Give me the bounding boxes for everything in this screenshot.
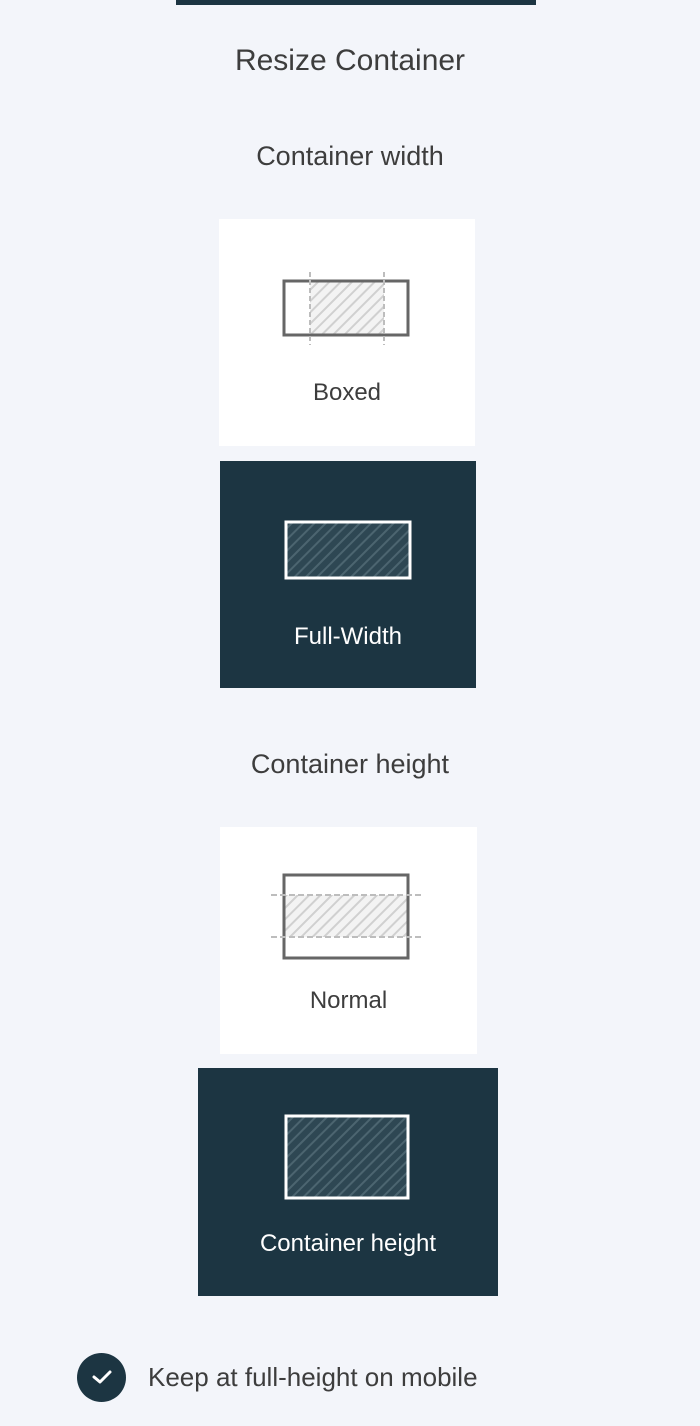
- full-height-mobile-checkbox[interactable]: Keep at full-height on mobile: [77, 1352, 478, 1402]
- container-height-label: Container height: [250, 749, 450, 779]
- width-option-full-width[interactable]: Full-Width: [220, 461, 476, 688]
- checkmark-icon: [92, 1370, 111, 1384]
- panel-title: Resize Container: [234, 44, 466, 77]
- width-option-boxed-label: Boxed: [312, 379, 382, 406]
- container-height-icon: [284, 1114, 410, 1200]
- top-accent-bar: [176, 0, 536, 5]
- boxed-width-icon: [282, 272, 410, 345]
- height-option-normal[interactable]: Normal: [220, 827, 477, 1054]
- checkbox-checked[interactable]: [77, 1352, 126, 1402]
- height-option-normal-label: Normal: [309, 987, 388, 1014]
- full-width-icon: [284, 520, 412, 580]
- container-width-label: Container width: [256, 141, 444, 171]
- full-height-mobile-label: Keep at full-height on mobile: [148, 1361, 478, 1392]
- height-option-container-height[interactable]: Container height: [198, 1068, 498, 1296]
- width-option-full-width-label: Full-Width: [293, 623, 402, 650]
- normal-height-icon: [271, 873, 421, 960]
- height-option-container-height-label: Container height: [259, 1230, 437, 1257]
- width-option-boxed[interactable]: Boxed: [219, 219, 475, 446]
